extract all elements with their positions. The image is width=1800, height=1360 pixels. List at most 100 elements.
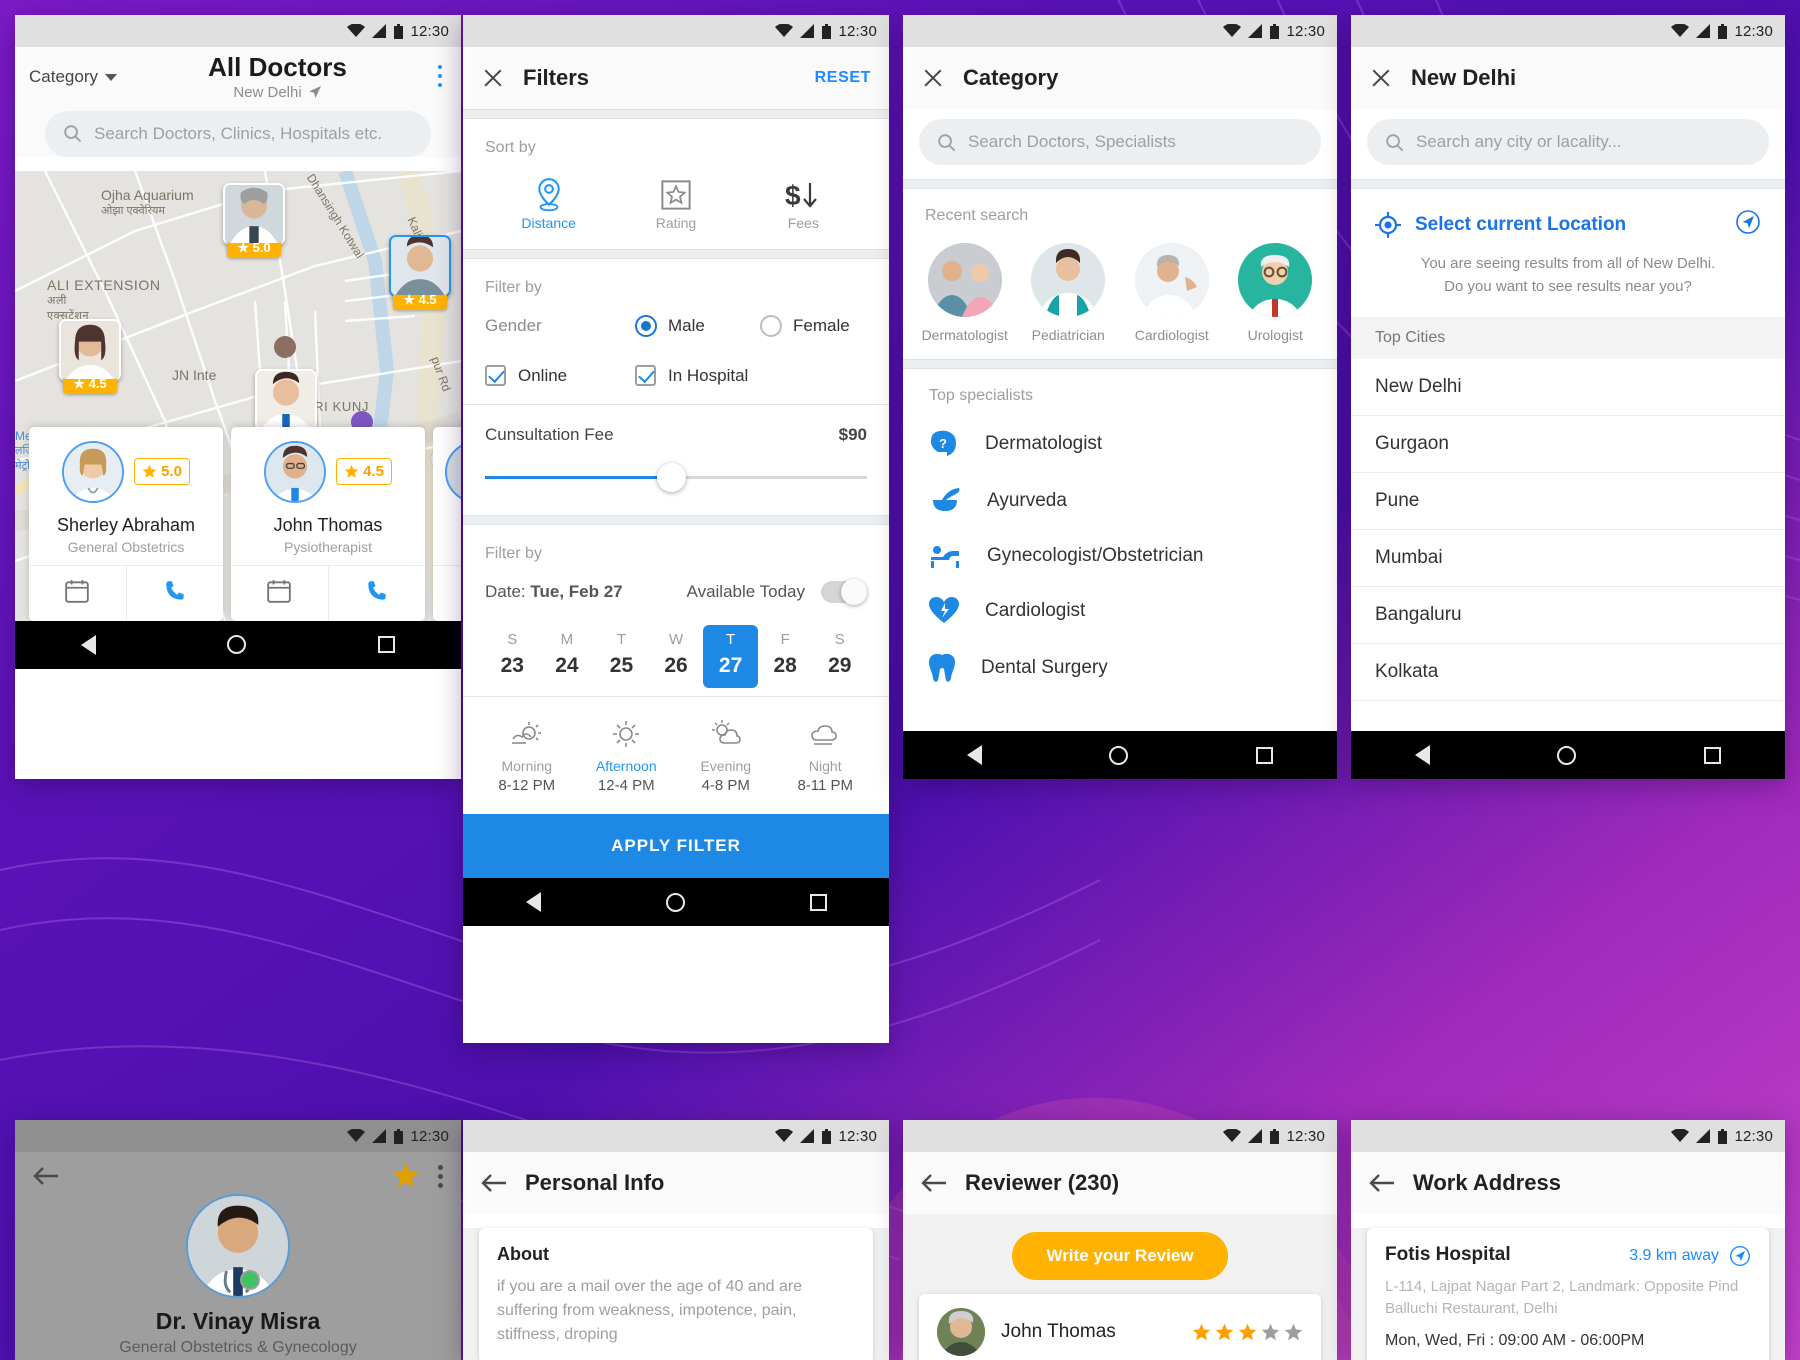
doctor-cards-carousel[interactable]: 5.0 Sherley Abraham General Obstetrics 4… <box>15 426 461 621</box>
poi-marker[interactable] <box>274 335 296 358</box>
back-nav-icon[interactable] <box>1414 745 1430 765</box>
recents-nav-icon[interactable] <box>1256 746 1274 764</box>
close-icon[interactable] <box>921 66 945 90</box>
day-cell-selected[interactable]: T 27 <box>703 625 758 688</box>
search-input[interactable]: Search Doctors, Clinics, Hospitals etc. <box>45 110 431 157</box>
navigate-icon[interactable] <box>1729 1245 1751 1267</box>
home-nav-icon[interactable] <box>1557 745 1577 765</box>
close-icon[interactable] <box>481 66 505 90</box>
category-dropdown-button[interactable]: Category <box>29 53 117 87</box>
city-search-input[interactable]: Search any city or lacality... <box>1367 119 1769 165</box>
more-options-icon[interactable] <box>438 1164 443 1188</box>
city-list-item[interactable]: New Delhi <box>1351 359 1785 416</box>
android-nav-bar[interactable] <box>1351 731 1785 779</box>
book-appointment-button[interactable] <box>29 566 126 621</box>
recent-search-item[interactable]: Urologist <box>1229 243 1321 343</box>
consultation-fee-value: $90 <box>838 425 867 444</box>
doctor-card[interactable]: Dr. S Ge <box>433 426 461 621</box>
book-appointment-button[interactable] <box>231 566 328 621</box>
city-list[interactable]: New Delhi Gurgaon Pune Mumbai Bangaluru … <box>1351 359 1785 701</box>
reset-button[interactable]: RESET <box>815 69 871 87</box>
city-list-item[interactable]: Bangaluru <box>1351 587 1785 644</box>
favorite-star-icon[interactable] <box>392 1162 420 1190</box>
doctor-card[interactable]: 4.5 John Thomas Pysiotherapist <box>231 426 426 621</box>
map-doctor-pin[interactable]: ★ 5.0 <box>223 182 285 258</box>
city-list-item[interactable]: Mumbai <box>1351 530 1785 587</box>
city-list-item[interactable]: Gurgaon <box>1351 416 1785 473</box>
android-nav-bar[interactable] <box>463 878 889 926</box>
distance-block[interactable]: 3.9 km away <box>1629 1245 1751 1267</box>
day-cell[interactable]: M 24 <box>540 625 595 688</box>
specialist-row-dental-surgery[interactable]: Dental Surgery <box>903 639 1337 697</box>
home-nav-icon[interactable] <box>1109 745 1129 765</box>
date-row[interactable]: Date: Tue, Feb 27 <box>485 582 623 602</box>
slider-knob[interactable] <box>656 463 686 492</box>
recents-nav-icon[interactable] <box>378 636 396 654</box>
svg-text:$: $ <box>785 180 801 211</box>
city-list-item[interactable]: Pune <box>1351 473 1785 530</box>
specialist-row-gynecologist[interactable]: Gynecologist/Obstetrician <box>903 529 1337 583</box>
recent-search-item[interactable]: Dermatologist <box>919 243 1011 343</box>
call-doctor-button[interactable] <box>125 565 224 621</box>
day-cell[interactable]: W 26 <box>649 625 704 688</box>
back-nav-icon[interactable] <box>525 892 541 912</box>
back-arrow-icon[interactable] <box>921 1172 947 1194</box>
day-cell[interactable]: F 28 <box>758 625 813 688</box>
specialist-row-dermatologist[interactable]: ? Dermatologist <box>903 415 1337 473</box>
back-arrow-icon[interactable] <box>481 1172 507 1194</box>
list-view-button[interactable] <box>438 53 447 92</box>
time-slot-selector[interactable]: Morning 8-12 PM Afternoon 12-4 PM Evenin… <box>463 697 889 814</box>
sort-option-fees[interactable]: $ Fees <box>740 175 867 231</box>
consultation-fee-slider[interactable] <box>485 463 867 492</box>
map-doctor-pin[interactable]: ★ 4.5 <box>389 234 451 310</box>
gender-radio-male[interactable]: Male <box>635 315 760 337</box>
status-bar: 12:30 <box>15 1120 461 1152</box>
rating-badge: 5.0 <box>134 458 190 486</box>
back-nav-icon[interactable] <box>966 745 982 765</box>
doctor-card[interactable]: 5.0 Sherley Abraham General Obstetrics <box>29 426 224 621</box>
write-review-button[interactable]: Write your Review <box>1012 1232 1228 1280</box>
back-nav-icon[interactable] <box>80 634 96 655</box>
recents-nav-icon[interactable] <box>1704 746 1722 764</box>
map-view[interactable]: Ojha Aquarium ओझा एक्वेरियम ALI EXTENSION… <box>15 170 461 621</box>
city-list-item[interactable]: Kolkata <box>1351 644 1785 701</box>
day-selector[interactable]: S 23 M 24 T 25 W 26 T 27 F 28 S 29 <box>485 625 867 688</box>
current-location-block[interactable]: Select current Location You are seeing r… <box>1351 189 1785 317</box>
time-slot-morning[interactable]: Morning 8-12 PM <box>477 719 577 794</box>
time-slot-evening[interactable]: Evening 4-8 PM <box>676 719 776 794</box>
gender-option-label: Male <box>668 316 705 335</box>
map-doctor-pin[interactable]: ★ 4.5 <box>59 318 121 394</box>
day-cell[interactable]: S 23 <box>485 625 540 688</box>
book-appointment-button[interactable] <box>433 566 461 621</box>
android-nav-bar[interactable] <box>15 620 461 669</box>
search-input[interactable]: Search Doctors, Specialists <box>919 119 1321 165</box>
available-today-toggle[interactable] <box>821 579 867 605</box>
navigate-icon[interactable] <box>1735 209 1761 240</box>
date-value: Tue, Feb 27 <box>530 582 623 601</box>
day-cell[interactable]: S 29 <box>812 625 867 688</box>
apply-filter-button[interactable]: APPLY FILTER <box>463 814 889 878</box>
sort-option-distance[interactable]: Distance <box>485 175 612 231</box>
back-arrow-icon[interactable] <box>1369 1172 1395 1194</box>
recent-search-item[interactable]: Pediatrician <box>1022 243 1114 343</box>
face-question-icon: ? <box>931 430 956 456</box>
home-nav-icon[interactable] <box>227 635 247 655</box>
specialist-row-ayurveda[interactable]: Ayurveda <box>903 473 1337 529</box>
sort-option-rating[interactable]: Rating <box>612 175 739 231</box>
home-nav-icon[interactable] <box>665 892 685 912</box>
doctor-avatar-icon <box>61 320 119 379</box>
close-icon[interactable] <box>1369 66 1393 90</box>
checkbox-online[interactable]: Online <box>485 365 635 386</box>
filter-by-gender-section: Filter by Gender Male Female Online In H… <box>463 259 889 404</box>
recents-nav-icon[interactable] <box>809 893 827 911</box>
time-slot-afternoon[interactable]: Afternoon 12-4 PM <box>577 719 677 794</box>
checkbox-in-hospital[interactable]: In Hospital <box>635 365 748 386</box>
specialist-row-cardiologist[interactable]: Cardiologist <box>903 583 1337 639</box>
back-arrow-icon[interactable] <box>33 1165 59 1187</box>
gender-radio-female[interactable]: Female <box>760 315 850 337</box>
call-doctor-button[interactable] <box>327 565 426 621</box>
day-cell[interactable]: T 25 <box>594 625 649 688</box>
recent-search-item[interactable]: Cardiologist <box>1126 243 1218 343</box>
time-slot-night[interactable]: Night 8-11 PM <box>776 719 876 794</box>
android-nav-bar[interactable] <box>903 731 1337 779</box>
